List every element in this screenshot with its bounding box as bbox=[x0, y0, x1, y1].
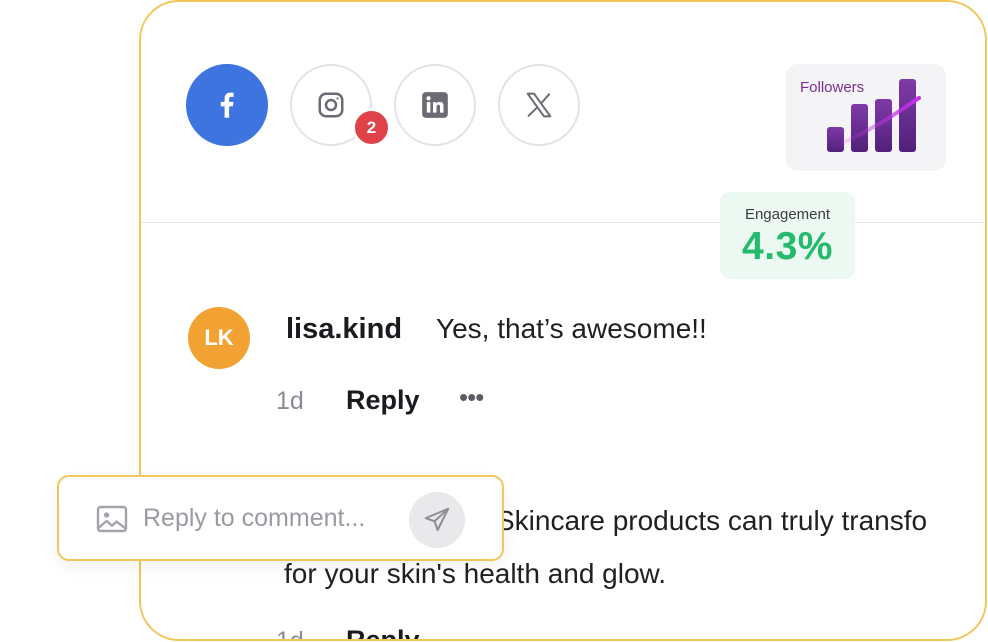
avatar[interactable]: LK bbox=[188, 307, 250, 369]
section-divider bbox=[141, 222, 985, 223]
engagement-value: 4.3% bbox=[742, 225, 833, 268]
linkedin-button[interactable] bbox=[394, 64, 476, 146]
linkedin-icon bbox=[422, 92, 448, 118]
engagement-widget: Engagement 4.3% bbox=[720, 192, 855, 279]
send-button[interactable] bbox=[409, 492, 465, 548]
x-button[interactable] bbox=[498, 64, 580, 146]
reply-input[interactable] bbox=[143, 499, 403, 537]
reply-button[interactable]: Reply bbox=[346, 385, 420, 416]
comment-text-line-2: for your skin's health and glow. bbox=[284, 558, 667, 589]
engagement-label: Engagement bbox=[744, 206, 831, 223]
instagram-button[interactable]: 2 bbox=[290, 64, 391, 147]
facebook-button[interactable] bbox=[186, 64, 268, 146]
comment-username[interactable]: lisa.kind bbox=[286, 313, 402, 346]
followers-widget: Followers bbox=[786, 64, 946, 171]
followers-chart bbox=[827, 79, 921, 152]
send-icon bbox=[424, 507, 450, 531]
instagram-icon bbox=[318, 92, 344, 118]
social-network-row: 2 bbox=[186, 64, 580, 147]
comment-timestamp-2: 1d bbox=[276, 627, 304, 641]
comment-text-line-1: Skincare products can truly transfo bbox=[496, 505, 928, 536]
image-attach-icon[interactable] bbox=[96, 505, 128, 533]
notification-badge: 2 bbox=[352, 108, 391, 147]
reply-button-2[interactable]: Reply bbox=[346, 625, 420, 639]
comment-text: Yes, that’s awesome!! bbox=[436, 313, 707, 344]
more-options-icon[interactable]: ••• bbox=[459, 382, 484, 413]
x-icon bbox=[526, 92, 552, 118]
reply-composer bbox=[57, 475, 504, 561]
comment-timestamp: 1d bbox=[276, 387, 304, 415]
facebook-icon bbox=[220, 92, 234, 118]
follower-bar bbox=[851, 104, 868, 152]
follower-bar bbox=[899, 79, 916, 152]
